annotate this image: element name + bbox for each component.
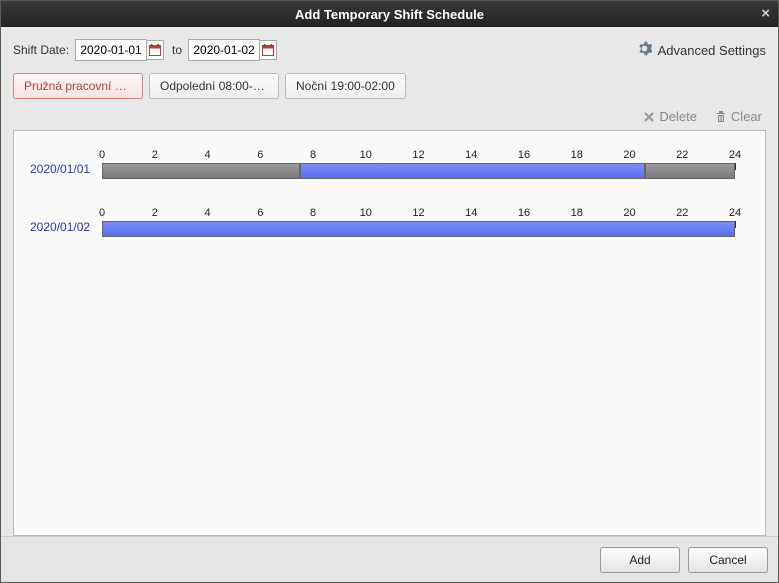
timeline-panel: 2020/01/010246810121416182022242020/01/0… xyxy=(13,130,766,536)
shift-segment[interactable] xyxy=(102,163,300,179)
to-label: to xyxy=(172,43,182,57)
delete-button[interactable]: Delete xyxy=(643,109,697,124)
titlebar: Add Temporary Shift Schedule × xyxy=(1,1,778,27)
shift-option-night[interactable]: Noční 19:00-02:00 xyxy=(285,73,406,99)
timeline-actions: Delete Clear xyxy=(13,109,766,124)
close-icon xyxy=(643,111,655,123)
shift-option-afternoon[interactable]: Odpolední 08:00-2... xyxy=(149,73,279,99)
calendar-icon[interactable] xyxy=(259,40,277,60)
clear-label: Clear xyxy=(731,109,762,124)
shift-date-label: Shift Date: xyxy=(13,43,69,57)
cancel-button[interactable]: Cancel xyxy=(688,547,768,573)
day-label: 2020/01/01 xyxy=(30,162,102,179)
tick-labels: 024681012141618202224 xyxy=(102,149,735,161)
gear-icon xyxy=(637,41,652,59)
advanced-settings-label: Advanced Settings xyxy=(658,43,766,58)
delete-label: Delete xyxy=(659,109,697,124)
shift-buttons: Pružná pracovní do... Odpolední 08:00-2.… xyxy=(13,73,766,99)
shift-segment[interactable] xyxy=(645,163,735,179)
date-row: Shift Date: to Advanced Settings xyxy=(13,39,766,61)
clear-button[interactable]: Clear xyxy=(715,109,762,124)
window-title: Add Temporary Shift Schedule xyxy=(295,7,484,22)
advanced-settings-link[interactable]: Advanced Settings xyxy=(637,41,766,59)
date-to-input[interactable] xyxy=(188,39,260,61)
shift-option-flexible[interactable]: Pružná pracovní do... xyxy=(13,73,143,99)
timeline-row: 2020/01/02024681012141618202224 xyxy=(30,207,735,237)
timeline-row: 2020/01/01024681012141618202224 xyxy=(30,149,735,179)
add-button[interactable]: Add xyxy=(600,547,680,573)
dialog-footer: Add Cancel xyxy=(1,536,778,582)
trash-icon xyxy=(715,110,727,123)
shift-segment[interactable] xyxy=(300,163,646,179)
dialog-body: Shift Date: to Advanced Settings Pružná … xyxy=(1,27,778,536)
close-icon[interactable]: × xyxy=(761,5,770,22)
timeline-track[interactable]: 024681012141618202224 xyxy=(102,149,735,179)
shift-segment[interactable] xyxy=(102,221,735,237)
tick-labels: 024681012141618202224 xyxy=(102,207,735,219)
date-from-input[interactable] xyxy=(75,39,147,61)
timeline-track[interactable]: 024681012141618202224 xyxy=(102,207,735,237)
day-label: 2020/01/02 xyxy=(30,220,102,237)
calendar-icon[interactable] xyxy=(146,40,164,60)
